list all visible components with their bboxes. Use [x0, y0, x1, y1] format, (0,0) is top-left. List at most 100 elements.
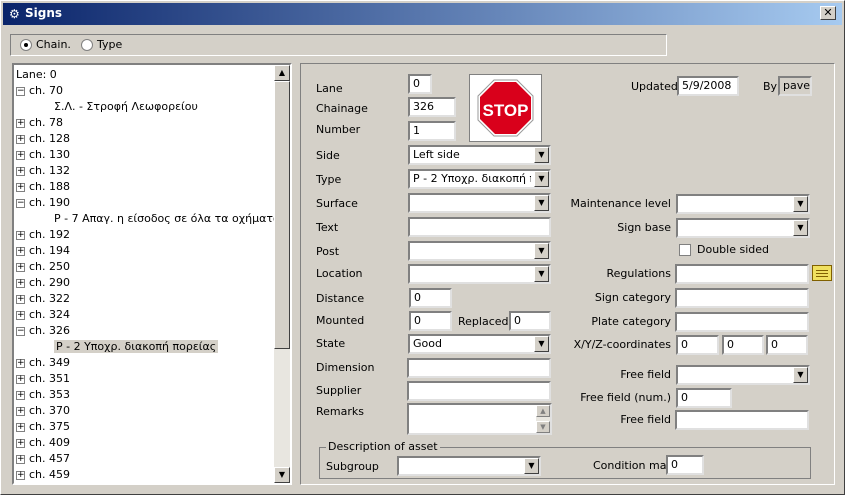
mounted-field[interactable]: 0: [409, 311, 452, 331]
tree-chainage-node[interactable]: + ch. 128: [16, 131, 278, 147]
surface-select[interactable]: ▼: [408, 193, 551, 213]
chainage-field[interactable]: 326: [408, 97, 456, 117]
expand-icon[interactable]: +: [16, 230, 25, 240]
side-select[interactable]: Left side ▼: [408, 145, 551, 165]
expand-icon[interactable]: +: [16, 390, 25, 400]
x-coordinate-field[interactable]: 0: [676, 335, 719, 355]
tree-chainage-node[interactable]: + ch. 353: [16, 387, 278, 403]
expand-icon[interactable]: +: [16, 150, 25, 160]
regulations-field[interactable]: [675, 264, 809, 284]
dimension-field[interactable]: [407, 358, 551, 378]
chevron-down-icon[interactable]: ▼: [524, 458, 539, 474]
tree-leaf-item[interactable]: P - 7 Απαγ. η είσοδος σε όλα τα οχήματα: [16, 211, 280, 227]
expand-icon[interactable]: +: [16, 422, 25, 432]
chevron-down-icon[interactable]: ▼: [793, 367, 808, 383]
chevron-down-icon[interactable]: ▼: [534, 266, 549, 282]
expand-icon[interactable]: +: [16, 454, 25, 464]
tree-chainage-node[interactable]: + ch. 370: [16, 403, 278, 419]
tree-chainage-node[interactable]: + ch. 194: [16, 243, 278, 259]
expand-icon[interactable]: +: [16, 278, 25, 288]
chevron-down-icon[interactable]: ▼: [534, 195, 549, 211]
free-field-num-field[interactable]: 0: [676, 388, 732, 408]
chevron-down-icon[interactable]: ▼: [534, 243, 549, 259]
expand-icon[interactable]: +: [16, 470, 25, 480]
text-field[interactable]: [408, 217, 551, 237]
distance-field[interactable]: 0: [409, 288, 452, 308]
tree-chainage-node[interactable]: − ch. 326: [16, 323, 278, 339]
lane-field[interactable]: 0: [408, 74, 432, 94]
tree-chainage-node[interactable]: + ch. 349: [16, 355, 278, 371]
chevron-down-icon[interactable]: ▼: [534, 336, 549, 352]
collapse-icon[interactable]: −: [16, 198, 25, 208]
plate-category-field[interactable]: [675, 312, 809, 332]
expand-icon[interactable]: +: [16, 262, 25, 272]
y-coordinate-field[interactable]: 0: [722, 335, 764, 355]
chevron-down-icon[interactable]: ▼: [793, 220, 808, 236]
tree-chainage-node[interactable]: + ch. 457: [16, 451, 278, 467]
subgroup-select[interactable]: ▼: [397, 456, 541, 476]
radio-chain[interactable]: Chain.: [20, 38, 71, 51]
z-coordinate-field[interactable]: 0: [766, 335, 808, 355]
tree-chainage-node[interactable]: + ch. 192: [16, 227, 278, 243]
double-sided-checkbox[interactable]: [679, 244, 691, 256]
number-field[interactable]: 1: [408, 121, 456, 141]
close-button[interactable]: ✕: [820, 6, 836, 20]
tree-root[interactable]: Lane: 0: [16, 67, 278, 83]
type-select[interactable]: P - 2 Υποχρ. διακοπή πορ ▼: [408, 169, 551, 189]
expand-icon[interactable]: +: [16, 118, 25, 128]
sign-category-field[interactable]: [675, 288, 809, 308]
scroll-up-button[interactable]: ▲: [274, 65, 290, 81]
expand-icon[interactable]: +: [16, 374, 25, 384]
chainage-tree[interactable]: Lane: 0 − ch. 70 Σ.Λ. - Στροφή Λεωφορείου +…: [12, 63, 292, 485]
tree-chainage-node[interactable]: + ch. 322: [16, 291, 278, 307]
free-field-select[interactable]: ▼: [676, 365, 810, 385]
state-select[interactable]: Good ▼: [408, 334, 551, 354]
tree-chainage-node[interactable]: + ch. 250: [16, 259, 278, 275]
tree-chainage-node[interactable]: + ch. 351: [16, 371, 278, 387]
memo-scroll-down-button[interactable]: ▼: [536, 421, 550, 433]
expand-icon[interactable]: +: [16, 294, 25, 304]
collapse-icon[interactable]: −: [16, 326, 25, 336]
tree-chainage-node[interactable]: + ch. 130: [16, 147, 278, 163]
remarks-memo[interactable]: ▲ ▼: [407, 403, 552, 435]
location-select[interactable]: ▼: [408, 264, 551, 284]
tree-chainage-node[interactable]: + ch. 324: [16, 307, 278, 323]
remarks-scrollbar[interactable]: ▲ ▼: [536, 405, 550, 433]
radio-type[interactable]: Type: [81, 38, 122, 51]
expand-icon[interactable]: +: [16, 246, 25, 256]
expand-icon[interactable]: +: [16, 358, 25, 368]
sign-base-select[interactable]: ▼: [676, 218, 810, 238]
tree-leaf-item[interactable]: Σ.Λ. - Στροφή Λεωφορείου: [16, 99, 278, 115]
supplier-field[interactable]: [407, 381, 551, 401]
expand-icon[interactable]: +: [16, 310, 25, 320]
tree-scrollbar[interactable]: ▲ ▼: [274, 65, 290, 483]
tree-chainage-node[interactable]: +ch. 461: [16, 483, 278, 485]
tree-chainage-node[interactable]: + ch. 409: [16, 435, 278, 451]
tree-chainage-node[interactable]: + ch. 132: [16, 163, 278, 179]
tree-chainage-node[interactable]: − ch. 190: [16, 195, 278, 211]
expand-icon[interactable]: +: [16, 166, 25, 176]
scroll-thumb[interactable]: [274, 81, 290, 349]
chevron-down-icon[interactable]: ▼: [534, 171, 549, 187]
free-field-2-field[interactable]: [675, 410, 809, 430]
chevron-down-icon[interactable]: ▼: [793, 196, 808, 212]
tree-chainage-node[interactable]: − ch. 70: [16, 83, 278, 99]
tree-chainage-node[interactable]: + ch. 375: [16, 419, 278, 435]
condition-mark-field[interactable]: 0: [666, 455, 704, 475]
expand-icon[interactable]: +: [16, 134, 25, 144]
tree-chainage-node[interactable]: + ch. 290: [16, 275, 278, 291]
maintenance-level-select[interactable]: ▼: [676, 194, 810, 214]
memo-scroll-up-button[interactable]: ▲: [536, 405, 550, 417]
scroll-down-button[interactable]: ▼: [274, 467, 290, 483]
chevron-down-icon[interactable]: ▼: [534, 147, 549, 163]
expand-icon[interactable]: +: [16, 182, 25, 192]
tree-leaf-item[interactable]: P - 2 Υποχρ. διακοπή πορείας: [16, 339, 278, 355]
collapse-icon[interactable]: −: [16, 86, 25, 96]
tree-chainage-node[interactable]: + ch. 78: [16, 115, 278, 131]
post-select[interactable]: ▼: [408, 241, 551, 261]
updated-field[interactable]: 5/9/2008: [677, 76, 739, 96]
radio-type-indicator[interactable]: [81, 38, 93, 51]
tree-chainage-node[interactable]: + ch. 188: [16, 179, 278, 195]
radio-chain-indicator[interactable]: [20, 38, 32, 51]
tree-chainage-node[interactable]: + ch. 459: [16, 467, 278, 483]
